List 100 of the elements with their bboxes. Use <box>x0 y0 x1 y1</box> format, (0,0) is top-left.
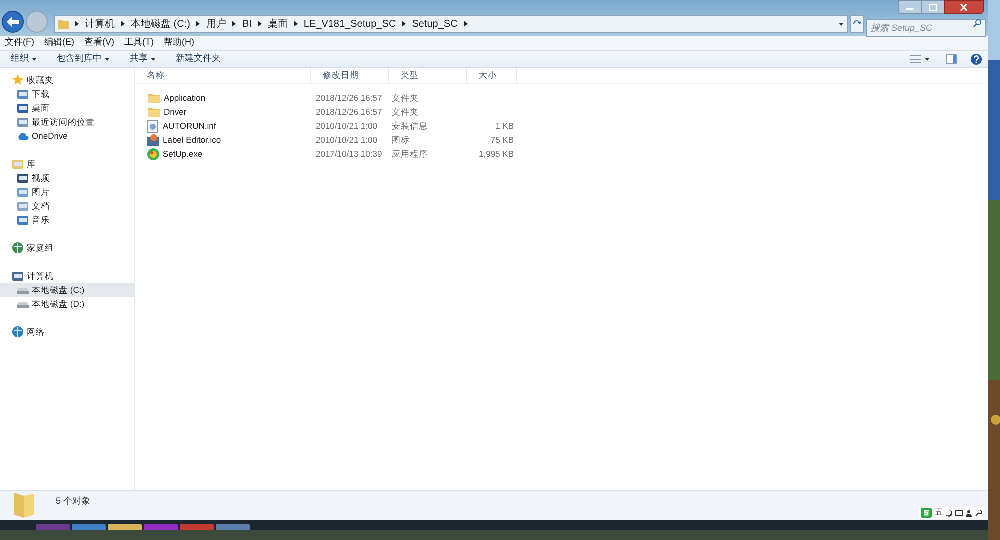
file-date: 2010/10/21 1:00 <box>315 120 378 132</box>
drive-icon <box>17 300 29 308</box>
help-button[interactable] <box>971 54 982 64</box>
menu-item[interactable]: 帮助(H) <box>164 36 194 50</box>
column-header[interactable]: 类型 <box>389 68 467 83</box>
breadcrumb[interactable]: 本地磁盘 (C:) <box>131 16 190 32</box>
menu-item[interactable]: 文件(F) <box>5 36 34 50</box>
chevron-right-icon <box>196 21 200 27</box>
folder-icon <box>147 92 161 104</box>
back-button[interactable] <box>2 11 24 33</box>
breadcrumb[interactable]: BI <box>242 16 252 32</box>
close-button[interactable] <box>944 0 984 14</box>
wrench-icon <box>975 510 982 516</box>
globe-icon <box>12 326 24 338</box>
maximize-button[interactable] <box>922 0 944 14</box>
file-row[interactable]: Label Editor.ico 2010/10/21 1:00 图标 75 KB <box>135 133 988 147</box>
nav-group[interactable]: 网络 <box>0 325 134 339</box>
nav-item[interactable]: 音乐 <box>0 213 134 227</box>
toolbar-button[interactable]: 包含到库中 <box>52 52 115 66</box>
file-name: Application <box>164 92 206 104</box>
nav-item[interactable]: OneDrive <box>0 129 134 143</box>
breadcrumb[interactable]: LE_V181_Setup_SC <box>304 16 396 32</box>
column-header[interactable]: 修改日期 <box>311 68 389 83</box>
chevron-right-icon <box>258 21 262 27</box>
nav-item[interactable]: 桌面 <box>0 101 134 115</box>
help-icon <box>971 54 982 64</box>
arrow-left-icon <box>7 17 19 27</box>
file-size: 75 KB <box>490 134 515 146</box>
item-count: 5 个对象 <box>56 495 91 508</box>
caret-icon <box>925 58 930 60</box>
menu-item[interactable]: 查看(V) <box>84 36 114 50</box>
file-name: SetUp.exe <box>163 148 203 160</box>
nav-item[interactable]: 最近访问的位置 <box>0 115 134 129</box>
close-icon <box>960 4 968 10</box>
toolbar-button[interactable]: 组织 <box>6 52 42 66</box>
file-type: 文件夹 <box>391 92 420 104</box>
view-button[interactable] <box>910 54 930 64</box>
column-header[interactable]: 大小 <box>467 68 517 83</box>
column-header[interactable]: 名称 <box>135 68 311 83</box>
drive-icon <box>17 286 29 294</box>
folder-icon <box>58 19 69 29</box>
nav-group[interactable]: 库 <box>0 157 134 171</box>
computer-icon <box>12 270 24 282</box>
file-row[interactable]: Application 2018/12/26 16:57 文件夹 <box>135 91 988 105</box>
file-date: 2017/10/13 10:39 <box>315 148 384 160</box>
file-type: 安装信息 <box>391 120 429 132</box>
file-name: Driver <box>164 106 187 118</box>
file-type: 图标 <box>391 134 411 146</box>
caret-icon <box>105 58 110 60</box>
search-field[interactable]: 搜索 Setup_SC <box>866 19 986 37</box>
nav-item[interactable]: 视频 <box>0 171 134 185</box>
toolbar-button[interactable]: 新建文件夹 <box>171 52 226 66</box>
file-name: Label Editor.ico <box>163 134 222 146</box>
file-date: 2018/12/26 16:57 <box>315 92 384 104</box>
search-icon <box>973 19 982 28</box>
nav-item[interactable]: 图片 <box>0 185 134 199</box>
file-row[interactable]: Driver 2018/12/26 16:57 文件夹 <box>135 105 988 119</box>
minimize-button[interactable] <box>898 0 922 14</box>
cloud-icon <box>17 132 29 140</box>
file-type: 文件夹 <box>391 106 420 118</box>
address-bar[interactable]: 计算机 本地磁盘 (C:) 用户 BI 桌面 LE_V181_Setup_SC Setup_SC <box>54 15 848 33</box>
menu-item[interactable]: 编辑(E) <box>44 36 74 50</box>
caret-icon <box>151 58 156 60</box>
nav-group[interactable]: 家庭组 <box>0 241 134 255</box>
nav-item[interactable]: 本地磁盘 (C:) <box>0 283 134 297</box>
nav-item[interactable]: 下载 <box>0 87 134 101</box>
chevron-right-icon <box>75 21 79 27</box>
moon-icon <box>946 510 952 516</box>
chevron-right-icon <box>402 21 406 27</box>
image-file-icon <box>147 134 160 146</box>
chevron-right-icon <box>294 21 298 27</box>
breadcrumb[interactable]: 桌面 <box>268 16 288 32</box>
folder-icon <box>147 106 161 118</box>
star-icon <box>12 74 24 86</box>
file-row[interactable]: AUTORUN.inf 2010/10/21 1:00 安装信息 1 KB <box>135 119 988 133</box>
nav-group[interactable]: 收藏夹 <box>0 73 134 87</box>
file-date: 2018/12/26 16:57 <box>315 106 384 118</box>
monitor-icon <box>17 102 29 114</box>
user-icon <box>966 510 972 516</box>
file-row[interactable]: SetUp.exe 2017/10/13 10:39 应用程序 1,995 KB <box>135 147 988 161</box>
nav-item[interactable]: 本地磁盘 (D:) <box>0 297 134 311</box>
breadcrumb[interactable]: 计算机 <box>85 16 115 32</box>
keyboard-icon <box>955 510 963 516</box>
caret-icon <box>32 58 37 60</box>
menu-item[interactable]: 工具(T) <box>124 36 154 50</box>
file-date: 2010/10/21 1:00 <box>315 134 378 146</box>
breadcrumb[interactable]: 用户 <box>206 16 226 32</box>
chevron-right-icon <box>464 21 468 27</box>
preview-pane-button[interactable] <box>946 54 957 64</box>
settings-file-icon <box>147 120 160 132</box>
file-size: 1,995 KB <box>478 148 515 160</box>
input-mode[interactable]: 五 <box>935 507 943 519</box>
caret-icon <box>839 22 844 26</box>
pane-icon <box>946 54 957 64</box>
program-icon <box>147 148 160 160</box>
nav-item[interactable]: 文档 <box>0 199 134 213</box>
breadcrumb[interactable]: Setup_SC <box>412 16 458 32</box>
refresh-button[interactable] <box>850 15 864 33</box>
toolbar-button[interactable]: 共享 <box>125 52 161 66</box>
nav-group[interactable]: 计算机 <box>0 269 134 283</box>
